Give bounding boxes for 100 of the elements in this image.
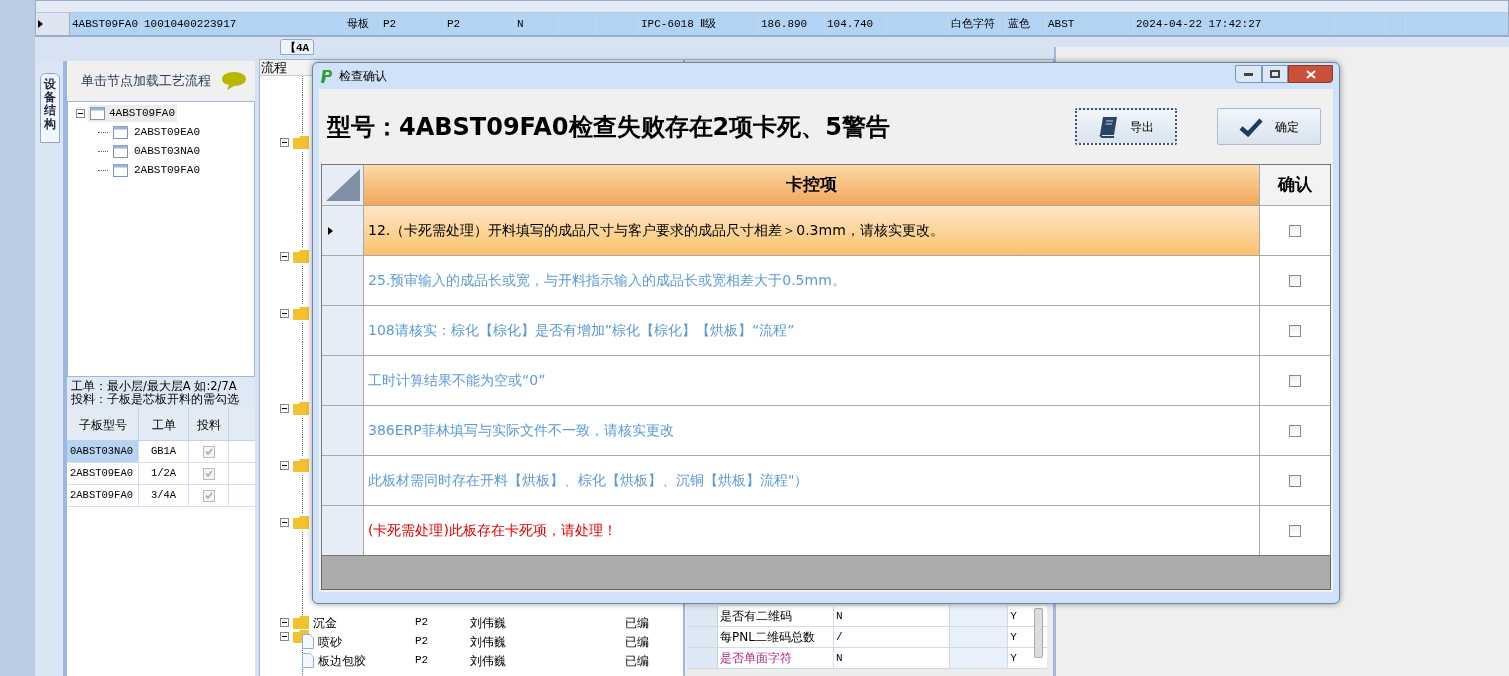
row-pointer-icon (38, 20, 43, 28)
table-cell: 是否单面字符 (717, 648, 835, 668)
note-text: 投料：子板是芯板开料的需勾选 (71, 393, 240, 406)
table-cell-text: 已编 (625, 633, 650, 651)
export-button[interactable]: 导出 (1075, 108, 1177, 145)
window-icon (113, 164, 128, 177)
table-cell-text: Y (1009, 629, 1018, 645)
panel-header: 单击节点加载工艺流程 (81, 72, 211, 91)
table-cell: 是否有二维码 (717, 606, 835, 626)
table-cell: ABST (1046, 13, 1134, 35)
folder-icon (293, 402, 309, 415)
table-cell: P2 (445, 13, 515, 35)
table-cell[interactable]: 2ABST09EA0 (67, 463, 139, 484)
scrollbar-thumb[interactable] (1034, 608, 1043, 658)
table-cell: IPC-6018 Ⅱ级 (639, 13, 759, 35)
check-item[interactable]: 12.（卡死需处理）开料填写的成品尺寸与客户要求的成品尺寸相差＞0.3mm，请核实更改。 (364, 206, 1260, 255)
checkbox[interactable] (1289, 524, 1301, 537)
table-cell[interactable]: 2ABST09FA0 (67, 485, 139, 506)
checkbox[interactable] (1289, 374, 1301, 387)
window-title: 检查确认 (339, 68, 387, 85)
collapse-toggle[interactable] (280, 518, 289, 527)
dialog-heading: 型号：4ABST09FA0检查失败存在2项卡死、5警告 (327, 111, 891, 143)
checkbox[interactable] (202, 489, 215, 502)
table-cell-text: P2 (415, 615, 430, 631)
tree-item[interactable]: 喷砂 (318, 632, 342, 651)
document-icon (302, 653, 314, 668)
table-cell-text: 刘伟巍 (470, 633, 507, 651)
table-cell: 3/4A (139, 485, 189, 506)
tree-item[interactable]: 0ABST03NA0 (111, 143, 202, 160)
minus-icon (282, 636, 287, 637)
window-icon (90, 107, 105, 120)
table-cell: N (515, 13, 559, 35)
minus-icon (282, 142, 287, 143)
table-cell: 10010400223917 (142, 13, 235, 35)
tree-item[interactable]: 2ABST09EA0 (111, 124, 202, 141)
column-header: 子板型号 (67, 409, 139, 440)
collapse-toggle[interactable] (280, 618, 289, 627)
tree-item[interactable]: 2ABST09FA0 (111, 162, 202, 179)
column-header: 卡控项 (364, 165, 1260, 205)
maximize-button[interactable] (1262, 65, 1288, 83)
table-cell-text: 刘伟巍 (470, 652, 507, 670)
note-text: 工单：最小层/最大层A 如:2/7A (71, 380, 238, 393)
checkbox[interactable] (202, 467, 215, 480)
collapse-toggle[interactable] (280, 138, 289, 147)
collapse-toggle[interactable] (280, 309, 289, 318)
close-button[interactable] (1288, 65, 1333, 83)
window-icon (113, 145, 128, 158)
minus-icon (78, 113, 83, 114)
book-icon (1098, 115, 1118, 138)
folder-icon (293, 250, 309, 263)
table-cell[interactable]: 0ABST03NA0 (67, 441, 139, 462)
folder-icon (293, 616, 309, 629)
table-cell-text: P2 (415, 634, 430, 650)
tree-item[interactable]: 4ABST09FA0 (88, 105, 177, 122)
minus-icon (282, 408, 287, 409)
column-header: 确认 (1260, 165, 1330, 205)
side-tab[interactable]: 设备结构 (40, 73, 60, 143)
table-cell-text: 已编 (625, 652, 650, 670)
table-cell: 186.890 (759, 13, 825, 35)
speech-bubble-icon (221, 70, 247, 92)
checkbox[interactable] (202, 445, 215, 458)
minimize-button[interactable] (1235, 65, 1262, 83)
app-logo-icon (319, 68, 335, 84)
maximize-icon (1270, 70, 1280, 78)
minimize-icon (1244, 72, 1253, 76)
minus-icon (282, 256, 287, 257)
row-pointer-icon (328, 226, 333, 235)
checkmark-icon (1239, 116, 1263, 137)
table-cell: 1/2A (139, 463, 189, 484)
table-cell: 104.740 (825, 13, 887, 35)
table-row[interactable]: 4ABST09FA0 10010400223917 母板 P2 P2 N IPC-6018 Ⅱ级 186.890 104.740 白色字符 蓝色 ABST 2024-04-22 17:42:27 (36, 13, 1508, 35)
collapse-toggle[interactable] (280, 404, 289, 413)
document-tab[interactable]: 【4A (280, 39, 315, 55)
minus-icon (282, 313, 287, 314)
minus-icon (282, 522, 287, 523)
collapse-toggle[interactable] (76, 109, 85, 118)
table-cell: P2 (381, 13, 445, 35)
checkbox[interactable] (1289, 474, 1301, 487)
tree-item[interactable]: 沉金 (313, 613, 337, 632)
table-cell-text: 已编 (625, 614, 650, 632)
ok-button[interactable]: 确定 (1217, 108, 1321, 145)
column-header: 工单 (139, 409, 189, 440)
minus-icon (282, 465, 287, 466)
checkbox[interactable] (1289, 274, 1301, 287)
folder-icon (293, 516, 309, 529)
minus-icon (282, 622, 287, 623)
table-cell-text: Y (1009, 608, 1018, 624)
folder-icon (293, 459, 309, 472)
collapse-toggle[interactable] (280, 632, 289, 641)
table-cell: 4ABST09FA0 (70, 13, 142, 35)
tree-item[interactable]: 板边包胶 (318, 651, 366, 670)
checkbox[interactable] (1289, 424, 1301, 437)
table-cell-text: 刘伟巍 (470, 614, 507, 632)
table-cell: GB1A (139, 441, 189, 462)
checkbox[interactable] (1289, 324, 1301, 337)
collapse-toggle[interactable] (280, 461, 289, 470)
table-cell: 母板 (345, 13, 381, 35)
collapse-toggle[interactable] (280, 252, 289, 261)
table-cell-text: P2 (415, 653, 430, 669)
checkbox[interactable] (1289, 224, 1301, 237)
